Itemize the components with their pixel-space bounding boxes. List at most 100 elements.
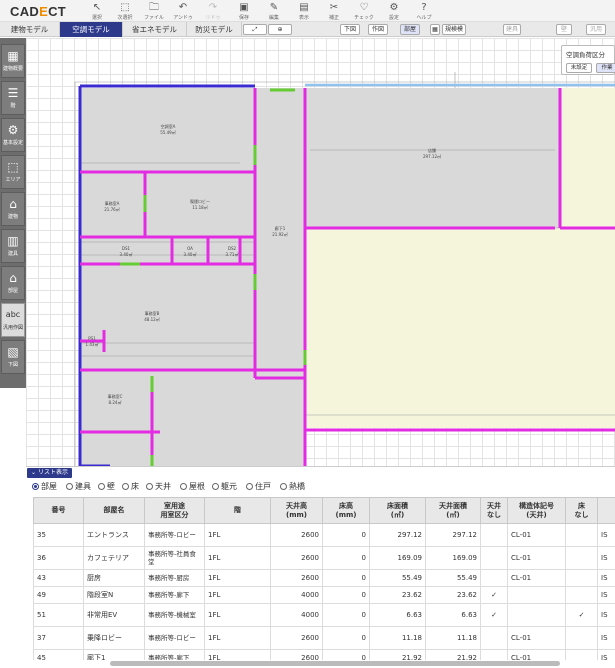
tab-building-model[interactable]: 建物モデル bbox=[0, 22, 60, 37]
zoom-fit-button[interactable]: ⤢ bbox=[243, 24, 267, 35]
redo-button[interactable]: ↷ リドゥ bbox=[200, 2, 226, 22]
table-row[interactable]: 43 厨房 事務所等-厨房 1FL 2600 0 55.49 55.49 CL-… bbox=[33, 569, 615, 587]
column-header[interactable]: 天井 なし bbox=[480, 497, 508, 524]
mark-check-button[interactable]: 規検模 bbox=[442, 24, 466, 35]
radio-ceiling[interactable]: 天井 bbox=[146, 482, 171, 492]
radio-fitting[interactable]: 建具 bbox=[66, 482, 91, 492]
multi-select-tool-button[interactable]: ⬚ 次選択 bbox=[112, 2, 138, 22]
wall-filter-button[interactable]: 壁 bbox=[556, 24, 572, 35]
sidebar-item-room[interactable]: ⌂ 部屋 bbox=[1, 266, 25, 300]
cell-ceiling-area: 297.12 bbox=[425, 523, 481, 547]
room-filter-button[interactable]: 部屋 bbox=[400, 24, 420, 35]
room-label-area: 21.92㎡ bbox=[272, 231, 287, 237]
cell-no-floor[interactable]: ✓ bbox=[565, 603, 598, 627]
list-toggle-button[interactable]: ⌄ リスト表示 bbox=[27, 468, 72, 478]
draw-button[interactable]: 作図 bbox=[368, 24, 388, 35]
undo-button[interactable]: ↶ アンドゥ bbox=[170, 2, 196, 22]
cell-no-ceiling[interactable]: ✓ bbox=[480, 586, 508, 604]
cursor-icon: ↖ bbox=[92, 2, 102, 13]
sidebar-item-basic-settings[interactable]: ⚙ 基本設定 bbox=[1, 118, 25, 152]
cell-ceiling-height: 2600 bbox=[270, 626, 323, 650]
save-button[interactable]: ▣ 保存 bbox=[231, 2, 257, 22]
radio-roof[interactable]: 屋根 bbox=[180, 482, 205, 492]
radio-dot bbox=[122, 482, 129, 490]
edit-menu-button[interactable]: ✎ 編集 bbox=[261, 2, 287, 22]
settings-menu-button[interactable]: ⚙ 設定 bbox=[381, 2, 407, 22]
help-menu-button[interactable]: ? ヘルプ bbox=[411, 2, 437, 22]
room-fill-south[interactable] bbox=[80, 378, 305, 466]
sidebar-item-floor[interactable]: ☰ 階 bbox=[1, 81, 25, 115]
table-horizontal-scrollbar[interactable] bbox=[110, 661, 560, 666]
column-header[interactable]: 部屋名 bbox=[83, 497, 145, 524]
radio-dot bbox=[98, 482, 105, 490]
column-header[interactable]: 床高 (mm) bbox=[322, 497, 370, 524]
tab-fire-model[interactable]: 防災モデル bbox=[187, 22, 242, 37]
drawing-canvas[interactable]: 空調室A 55.49㎡ 店舗 297.12㎡ 事務室A 21.76㎡ 喫煙ロビー… bbox=[26, 38, 615, 466]
cell-no-ceiling[interactable] bbox=[480, 523, 508, 547]
cell-no-floor[interactable] bbox=[565, 649, 598, 660]
app-logo: CADECT bbox=[10, 4, 66, 19]
generic-filter-button[interactable]: 汎用 bbox=[586, 24, 606, 35]
cell-no-floor[interactable] bbox=[565, 523, 598, 547]
cell-no-ceiling[interactable]: ✓ bbox=[480, 603, 508, 627]
select-tool-button[interactable]: ↖ 選択 bbox=[84, 2, 110, 22]
table-row[interactable]: 45 廊下1 事務所等-廊下 1FL 2600 0 21.92 21.92 CL… bbox=[33, 649, 615, 660]
tab-energy-model[interactable]: 省エネモデル bbox=[123, 22, 187, 37]
sidebar-item-underlay[interactable]: ▧ 下図 bbox=[1, 340, 25, 374]
column-header[interactable]: 天井高 (mm) bbox=[270, 497, 323, 524]
column-header[interactable]: 階 bbox=[204, 497, 271, 524]
radio-frame[interactable]: 躯元 bbox=[212, 482, 237, 492]
cell-no-ceiling[interactable] bbox=[480, 649, 508, 660]
cell-no-floor[interactable] bbox=[565, 546, 598, 570]
cell-no-floor[interactable] bbox=[565, 626, 598, 650]
column-header[interactable]: 床 なし bbox=[565, 497, 598, 524]
hvac-unset-button[interactable]: 未設定 bbox=[566, 63, 592, 73]
fitting-filter-button[interactable]: 建具 bbox=[503, 24, 521, 35]
grid-toggle-button[interactable]: ▦ bbox=[430, 24, 440, 35]
zoom-in-button[interactable]: ⊕ bbox=[268, 24, 292, 35]
radio-wall[interactable]: 壁 bbox=[98, 482, 115, 492]
room-list-table-container[interactable]: 番号 部屋名 室用途 用室区分 階 天井高 (mm) 床高 (mm) 床面積 (… bbox=[33, 497, 615, 660]
table-row[interactable]: 36 カフェテリア 事務所等-社員食堂 1FL 2600 0 169.09 16… bbox=[33, 546, 615, 570]
room-fill-east-top[interactable] bbox=[560, 88, 615, 228]
table-row[interactable]: 35 エントランス 事務所等-ロビー 1FL 2600 0 297.12 297… bbox=[33, 523, 615, 547]
column-header[interactable] bbox=[597, 497, 615, 524]
room-icon: ⌂ bbox=[9, 271, 17, 285]
correct-menu-button[interactable]: ✂ 補正 bbox=[321, 2, 347, 22]
table-row[interactable]: 49 階段室N 事務所等-廊下 1FL 4000 0 23.62 23.62 ✓… bbox=[33, 586, 615, 604]
tab-hvac-model[interactable]: 空調モデル bbox=[60, 22, 123, 37]
building-icon: ⌂ bbox=[9, 197, 17, 211]
table-row[interactable]: 37 乗降ロビー 事務所等-ロビー 1FL 2600 0 11.18 11.18… bbox=[33, 626, 615, 650]
check-menu-button[interactable]: ♡ チェック bbox=[351, 2, 377, 22]
radio-floor[interactable]: 床 bbox=[122, 482, 139, 492]
cell-no-ceiling[interactable] bbox=[480, 569, 508, 587]
sidebar-item-area[interactable]: ⬚ エリア bbox=[1, 155, 25, 189]
cell-no-floor[interactable] bbox=[565, 569, 598, 587]
sidebar-item-generic-draw[interactable]: abc 汎用作図 bbox=[1, 303, 25, 337]
hvac-work-button[interactable]: 作業 bbox=[596, 63, 615, 73]
radio-room[interactable]: 部屋 bbox=[32, 482, 57, 492]
cell-no-ceiling[interactable] bbox=[480, 626, 508, 650]
radio-dwelling[interactable]: 住戸 bbox=[246, 482, 271, 492]
sidebar-item-building[interactable]: ⌂ 建物 bbox=[1, 192, 25, 226]
cell-no-floor[interactable] bbox=[565, 586, 598, 604]
sidebar-item-fitting[interactable]: ▥ 建具 bbox=[1, 229, 25, 263]
radio-thermal-bridge[interactable]: 熱橋 bbox=[280, 482, 305, 492]
column-header[interactable]: 天井面積 (㎡) bbox=[425, 497, 481, 524]
room-fill-hall[interactable] bbox=[305, 228, 615, 428]
building-info-icon: ▦ bbox=[7, 49, 19, 63]
column-header[interactable]: 室用途 用室区分 bbox=[144, 497, 205, 524]
column-header[interactable]: 床面積 (㎡) bbox=[369, 497, 426, 524]
cell-floor-area: 6.63 bbox=[369, 603, 426, 627]
column-header[interactable]: 構造体記号 (天井) bbox=[507, 497, 566, 524]
room-label-area: 3.40㎡ bbox=[184, 251, 197, 257]
column-header[interactable]: 番号 bbox=[33, 497, 84, 524]
table-row[interactable]: 51 非常用EV 事務所等-機械室 1FL 4000 0 6.63 6.63 ✓… bbox=[33, 603, 615, 627]
file-menu-button[interactable]: 🗀 ファイル bbox=[141, 2, 167, 22]
underlay-button[interactable]: 下図 bbox=[340, 24, 360, 35]
room-label-area: 3.40㎡ bbox=[120, 251, 133, 257]
cell-no-ceiling[interactable] bbox=[480, 546, 508, 570]
sidebar-item-building-info[interactable]: ▦ 建物概要 bbox=[1, 44, 25, 78]
floor-plan[interactable]: 空調室A 55.49㎡ 店舗 297.12㎡ 事務室A 21.76㎡ 喫煙ロビー… bbox=[26, 38, 615, 466]
display-menu-button[interactable]: ▤ 表示 bbox=[291, 2, 317, 22]
